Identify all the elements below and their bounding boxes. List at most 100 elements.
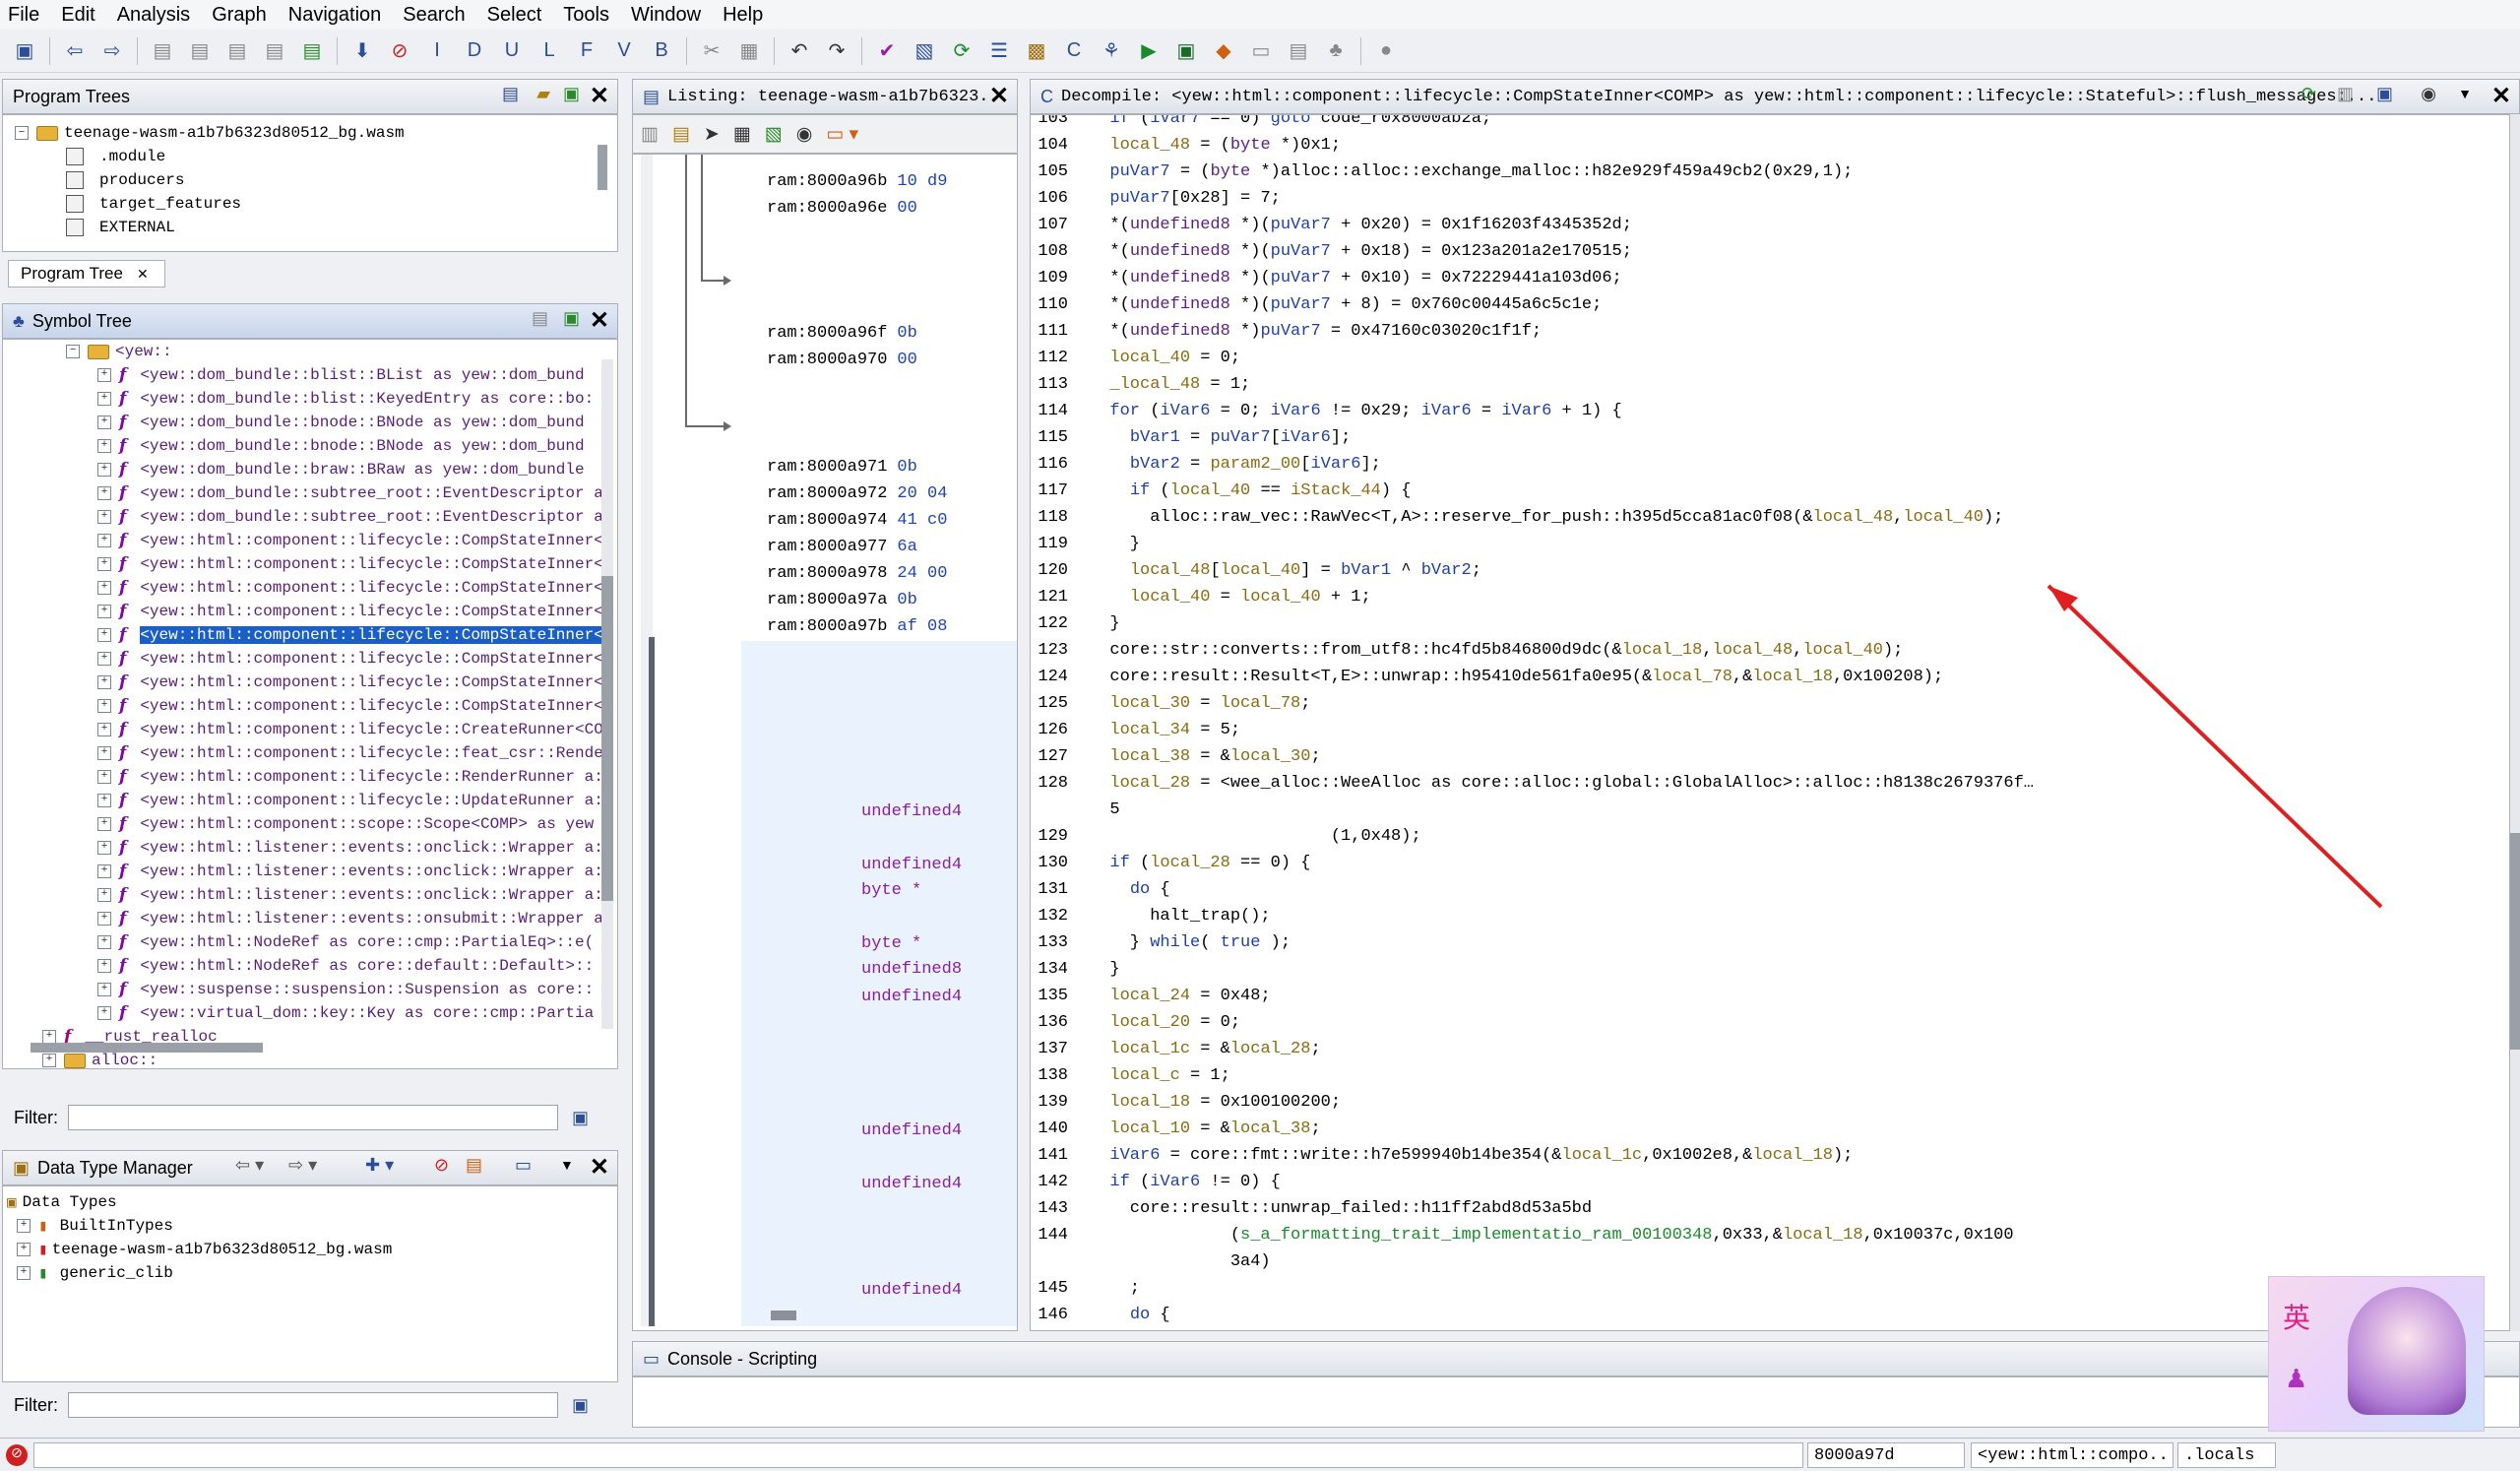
filter-input[interactable]	[68, 1392, 558, 1418]
expand-icon[interactable]: +	[97, 699, 111, 713]
listing-row[interactable]: ram:8000a96b 10 d9	[767, 172, 947, 199]
close-icon[interactable]: ✕	[989, 82, 1009, 110]
bookmark-icon[interactable]: ▤	[149, 37, 176, 65]
back-icon[interactable]: ⇦ ▾	[235, 1155, 264, 1176]
scrollbar[interactable]	[601, 359, 613, 1029]
memory-icon[interactable]: ▩	[1023, 37, 1050, 65]
expand-icon[interactable]: +	[97, 557, 111, 571]
expand-icon[interactable]: +	[97, 581, 111, 595]
close-icon[interactable]: ✕	[590, 82, 609, 110]
expand-icon[interactable]: +	[97, 723, 111, 736]
forward-icon[interactable]: ⇨	[98, 37, 126, 65]
expand-icon[interactable]: +	[97, 935, 111, 949]
symbol-tree-item[interactable]: + f <yew::html::component::lifecycle::Comp…	[3, 576, 617, 600]
symbol-tree-item[interactable]: + f <yew::html::component::lifecycle::Rend…	[3, 765, 617, 789]
snapshot-icon[interactable]: ◉	[2421, 84, 2436, 104]
symbol-tree-item[interactable]: + f <yew::html::component::lifecycle::Comp…	[3, 694, 617, 718]
error-icon[interactable]: ⊘	[6, 1444, 28, 1466]
diff-icon[interactable]: ▧	[765, 123, 783, 146]
symbol-tree-item[interactable]: + f <yew::dom_bundle::braw::BRaw as yew::d…	[3, 458, 617, 481]
menu-graph[interactable]: Graph	[212, 4, 267, 27]
menu-select[interactable]: Select	[487, 4, 542, 27]
navigation-menu-icon[interactable]: ▭ ▾	[826, 123, 858, 146]
data-type-label[interactable]: undefined4	[861, 802, 962, 821]
tree-item[interactable]: .module	[15, 145, 617, 168]
cut-icon[interactable]: ✂	[698, 37, 725, 65]
export-icon[interactable]: ▣	[563, 308, 580, 329]
bookmark-icon[interactable]: ▤	[186, 37, 214, 65]
data-type-label[interactable]: undefined4	[861, 1175, 962, 1193]
expand-icon[interactable]: +	[97, 439, 111, 453]
listing-row[interactable]: ram:8000a97a 0b	[767, 591, 947, 617]
export-icon[interactable]: ▣	[563, 84, 580, 104]
undefined-icon[interactable]: U	[498, 37, 526, 65]
filter-options-icon[interactable]: ▣	[572, 1108, 589, 1128]
refresh-icon[interactable]: ⟳	[2301, 84, 2316, 104]
expand-icon[interactable]: +	[97, 605, 111, 618]
bookmark-icon[interactable]: ▤	[261, 37, 288, 65]
expand-icon[interactable]: +	[97, 841, 111, 855]
expand-icon[interactable]: +	[97, 416, 111, 429]
decompile-icon[interactable]: C	[1060, 37, 1088, 65]
tree-item[interactable]: EXTERNAL	[15, 216, 617, 239]
expand-icon[interactable]: +	[97, 864, 111, 878]
data-type-label[interactable]: undefined4	[861, 856, 962, 874]
expand-icon[interactable]: +	[97, 534, 111, 547]
open-folder-icon[interactable]: ▰	[536, 84, 550, 104]
listing-row[interactable]: ram:8000a96f 0b	[767, 324, 917, 351]
scrollbar-thumb[interactable]	[31, 1043, 263, 1053]
menu-icon[interactable]: ▼	[560, 1157, 574, 1173]
menu-icon[interactable]: ▼	[2458, 86, 2472, 101]
expand-icon[interactable]: +	[97, 510, 111, 524]
value-icon[interactable]: V	[610, 37, 638, 65]
stop-icon[interactable]: ⊘	[386, 37, 413, 65]
archive-icon[interactable]: ▤	[466, 1155, 482, 1176]
collapse-icon[interactable]: ▭	[515, 1155, 532, 1176]
help-icon[interactable]: ●	[1372, 37, 1400, 65]
edit-fields-icon[interactable]: ▦	[733, 123, 751, 146]
symbol-tree-item[interactable]: + f <yew::html::component::lifecycle::Upda…	[3, 789, 617, 812]
close-icon[interactable]: ✕	[2491, 82, 2511, 110]
symbol-tree-item[interactable]: + f <yew::html::component::scope::Scope<CO…	[3, 812, 617, 836]
expand-icon[interactable]: +	[97, 463, 111, 477]
menu-file[interactable]: File	[8, 4, 39, 27]
tree-root[interactable]: ▣ Data Types	[7, 1190, 617, 1214]
data-type-label[interactable]: undefined8	[861, 960, 962, 979]
symbol-tree-item[interactable]: + f <yew::html::listener::events::onclick:…	[3, 860, 617, 883]
save-icon[interactable]: ▣	[11, 37, 38, 65]
run-icon[interactable]: ▶	[1135, 37, 1163, 65]
symbol-tree-item[interactable]: + f <yew::dom_bundle::subtree_root::EventD…	[3, 481, 617, 505]
expand-icon[interactable]: +	[97, 983, 111, 996]
listing-row[interactable]: ram:8000a972 20 04	[767, 484, 947, 511]
listing-row[interactable]: ram:8000a971 0b	[767, 458, 947, 484]
snapshot-icon[interactable]: ◉	[796, 123, 813, 146]
close-icon[interactable]: ✕	[137, 266, 149, 283]
edit-icon[interactable]: ▤	[532, 308, 548, 329]
tree-folder[interactable]: − <yew::	[3, 340, 617, 363]
data-icon[interactable]: D	[461, 37, 488, 65]
menu-edit[interactable]: Edit	[61, 4, 94, 27]
symbol-tree-item[interactable]: + f <yew::suspense::suspension::Suspension…	[3, 978, 617, 1001]
listing-icon[interactable]: ☰	[985, 37, 1013, 65]
expand-icon[interactable]: +	[97, 794, 111, 807]
listing-row[interactable]: ram:8000a970 00	[767, 351, 917, 377]
data-type-label[interactable]: undefined4	[861, 988, 962, 1006]
window-icon[interactable]: ▭	[1247, 37, 1275, 65]
expand-icon[interactable]: +	[97, 675, 111, 689]
symbol-tree-item[interactable]: + f <yew::dom_bundle::blist::KeyedEntry as…	[3, 387, 617, 411]
undo-icon[interactable]: ↶	[786, 37, 813, 65]
label-icon[interactable]: L	[536, 37, 563, 65]
listing-row[interactable]: ram:8000a97b af 08	[767, 617, 947, 644]
symbol-tree-item[interactable]: + f <yew::dom_bundle::blist::BList as yew:…	[3, 363, 617, 387]
expand-icon[interactable]: +	[97, 817, 111, 831]
byte-icon[interactable]: B	[648, 37, 675, 65]
expand-icon[interactable]: +	[97, 770, 111, 784]
symbol-tree-item[interactable]: + f <yew::virtual_dom::key::Key as core::c…	[3, 1001, 617, 1025]
expand-icon[interactable]: +	[97, 888, 111, 902]
data-type-label[interactable]: undefined4	[861, 1121, 962, 1140]
expand-icon[interactable]: +	[97, 392, 111, 406]
down-arrow-icon[interactable]: ⬇	[348, 37, 376, 65]
menu-tools[interactable]: Tools	[563, 4, 609, 27]
bookmark-icon[interactable]: ▤	[298, 37, 326, 65]
close-icon[interactable]: ✕	[590, 1153, 609, 1182]
